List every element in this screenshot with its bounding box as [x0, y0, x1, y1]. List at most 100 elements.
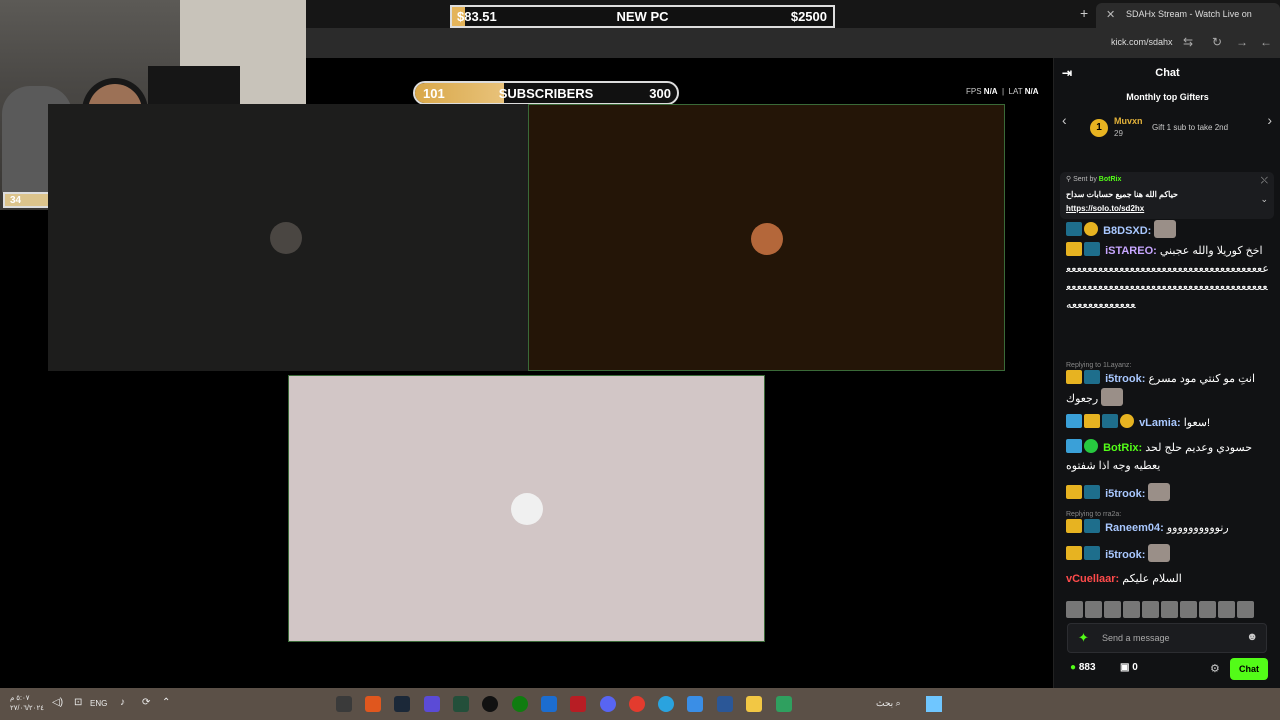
- emote-icon[interactable]: [1180, 601, 1197, 618]
- spark-icon: ✦: [1078, 630, 1089, 645]
- start-icon[interactable]: [926, 696, 942, 712]
- close-icon[interactable]: ✕: [1106, 8, 1115, 21]
- chevron-right-icon[interactable]: ›: [1267, 112, 1272, 128]
- donation-goal-title: NEW PC: [616, 9, 669, 24]
- app-icon[interactable]: [453, 696, 469, 712]
- store-icon[interactable]: [687, 696, 703, 712]
- chat-message: iSTAREO: اخخ كوريلا والله عجبني عععععععع…: [1066, 242, 1271, 354]
- microphone-icon[interactable]: ♪: [120, 697, 125, 708]
- chevron-left-icon[interactable]: ‹: [1062, 112, 1067, 128]
- app-icon[interactable]: [541, 696, 557, 712]
- steam-icon[interactable]: [394, 696, 410, 712]
- chat-username[interactable]: i5trook:: [1105, 549, 1145, 561]
- discord-icon[interactable]: [600, 696, 616, 712]
- gifter-badge-icon: [1120, 414, 1134, 428]
- chat-panel: ⇥ Chat Monthly top Gifters ‹ › 1 Muvxn 2…: [1053, 58, 1280, 688]
- plus-icon[interactable]: +: [1080, 5, 1094, 21]
- chat-message: Raneem04: رنوووووووووو: [1066, 519, 1271, 537]
- top-gifter[interactable]: 1 Muvxn 29 Gift 1 sub to take 2nd: [1090, 116, 1250, 142]
- chat-username[interactable]: B8DSXD:: [1103, 225, 1151, 237]
- emote-icon[interactable]: [1066, 601, 1083, 618]
- send-chat-button[interactable]: Chat: [1230, 658, 1268, 680]
- og-badge-icon: [1066, 222, 1082, 236]
- emote-icon: [1148, 544, 1171, 562]
- chat-username[interactable]: vLamia:: [1139, 417, 1181, 429]
- main-sub-goal: 300: [649, 85, 671, 101]
- lat-value: N/A: [1024, 87, 1039, 96]
- folder-icon[interactable]: [746, 696, 762, 712]
- og-badge-icon: [1084, 242, 1100, 256]
- participant-avatar: [751, 223, 783, 255]
- search-icon: ⌕: [895, 698, 901, 708]
- donation-goal-bar: $83.51 NEW PC $2500: [450, 5, 835, 28]
- chat-message: vCuellaar: السلام عليكم: [1066, 570, 1271, 588]
- voice-participant-tile[interactable]: [48, 104, 528, 371]
- app-icon[interactable]: [336, 696, 352, 712]
- emote-icon[interactable]: [1123, 601, 1140, 618]
- chat-username[interactable]: iSTAREO:: [1105, 245, 1157, 257]
- reply-context[interactable]: Replying to 1Layanz:: [1066, 362, 1131, 369]
- reload-icon[interactable]: ↻: [1212, 35, 1222, 49]
- network-icon[interactable]: ⊡: [74, 697, 82, 708]
- chat-header: ⇥ Chat: [1054, 58, 1280, 88]
- voice-participant-tile[interactable]: [528, 104, 1005, 371]
- chat-username[interactable]: Raneem04:: [1105, 522, 1164, 534]
- language-indicator[interactable]: ENG: [90, 699, 107, 708]
- gear-icon[interactable]: ⚙: [1210, 662, 1220, 675]
- voice-participant-tile[interactable]: [288, 375, 765, 642]
- taskbar: ٥:٠٧ م ٢٧/٠٦/٢٠٢٤ ◁) ⊡ ENG ♪ ⟳ ⌃ بحث ⌕: [0, 688, 1280, 720]
- pinned-message[interactable]: ⚲ Sent by BotRix ⤬ ⌄ حياكم الله هنا جميع…: [1060, 172, 1274, 219]
- chat-title: Chat: [1155, 67, 1180, 79]
- og-badge-icon: [1084, 519, 1100, 533]
- emote-icon[interactable]: [1142, 601, 1159, 618]
- app-icon[interactable]: [717, 696, 733, 712]
- back-icon[interactable]: ←: [1260, 35, 1272, 49]
- chevron-down-icon[interactable]: ⌄: [1260, 194, 1268, 205]
- pin-icon: ⚲: [1066, 176, 1072, 183]
- telegram-icon[interactable]: [658, 696, 674, 712]
- app-icon[interactable]: [424, 696, 440, 712]
- emoji-icon[interactable]: ☻: [1246, 631, 1258, 643]
- participant-avatar: [511, 493, 543, 525]
- app-icon[interactable]: [776, 696, 792, 712]
- gifter-count: 29: [1114, 129, 1123, 138]
- chat-text: السلام عليكم: [1122, 573, 1182, 585]
- chrome-icon[interactable]: [629, 696, 645, 712]
- chat-input[interactable]: ✦ Send a message ☻: [1067, 623, 1267, 653]
- viewer-count-value: 883: [1078, 662, 1096, 673]
- chat-username[interactable]: i5trook:: [1105, 488, 1145, 500]
- emote-icon: [1154, 220, 1177, 238]
- chevron-up-icon[interactable]: ⌃: [162, 697, 170, 708]
- sent-by-label: Sent by: [1073, 176, 1097, 183]
- chat-username[interactable]: vCuellaar:: [1066, 573, 1119, 585]
- pinned-link[interactable]: https://solo.to/sd2hx: [1066, 204, 1144, 213]
- forward-icon[interactable]: →: [1236, 35, 1248, 49]
- emote-icon[interactable]: [1199, 601, 1216, 618]
- search-label: بحث: [876, 698, 894, 708]
- chat-message: vLamia: سعوا!: [1066, 414, 1271, 432]
- xbox-icon[interactable]: [512, 696, 528, 712]
- emote-icon[interactable]: [1218, 601, 1235, 618]
- taskbar-search[interactable]: بحث ⌕: [876, 698, 901, 709]
- browser-tab-active[interactable]: ✕ SDAHx Stream - Watch Live on K: [1096, 3, 1280, 28]
- volume-icon[interactable]: ◁): [52, 697, 63, 708]
- emote-icon[interactable]: [1085, 601, 1102, 618]
- chat-username[interactable]: BotRix:: [1103, 442, 1142, 454]
- app-icon[interactable]: [570, 696, 586, 712]
- stream-stats: FPS N/A | LAT N/A: [966, 87, 1039, 96]
- sync-icon[interactable]: ⟳: [142, 697, 150, 708]
- app-icon[interactable]: [482, 696, 498, 712]
- chat-message: BotRix: حسودي وعديم حلج لحد يعطيه وجه اذ…: [1066, 439, 1271, 479]
- emote-icon[interactable]: [1161, 601, 1178, 618]
- reply-context[interactable]: Replying to rra2a:: [1066, 511, 1121, 518]
- gifter-name: Muvxn: [1114, 116, 1143, 126]
- app-icon[interactable]: [365, 696, 381, 712]
- taskbar-clock[interactable]: ٥:٠٧ م ٢٧/٠٦/٢٠٢٤: [10, 694, 44, 714]
- chat-username[interactable]: i5trook:: [1105, 373, 1145, 385]
- unpin-icon[interactable]: ⤬: [1261, 175, 1268, 186]
- emote-icon[interactable]: [1237, 601, 1254, 618]
- collapse-icon[interactable]: ⇥: [1062, 58, 1072, 88]
- emote-icon[interactable]: [1104, 601, 1121, 618]
- address-bar[interactable]: kick.com/sdahx: [1111, 37, 1173, 47]
- translate-icon[interactable]: ⇆: [1183, 35, 1193, 49]
